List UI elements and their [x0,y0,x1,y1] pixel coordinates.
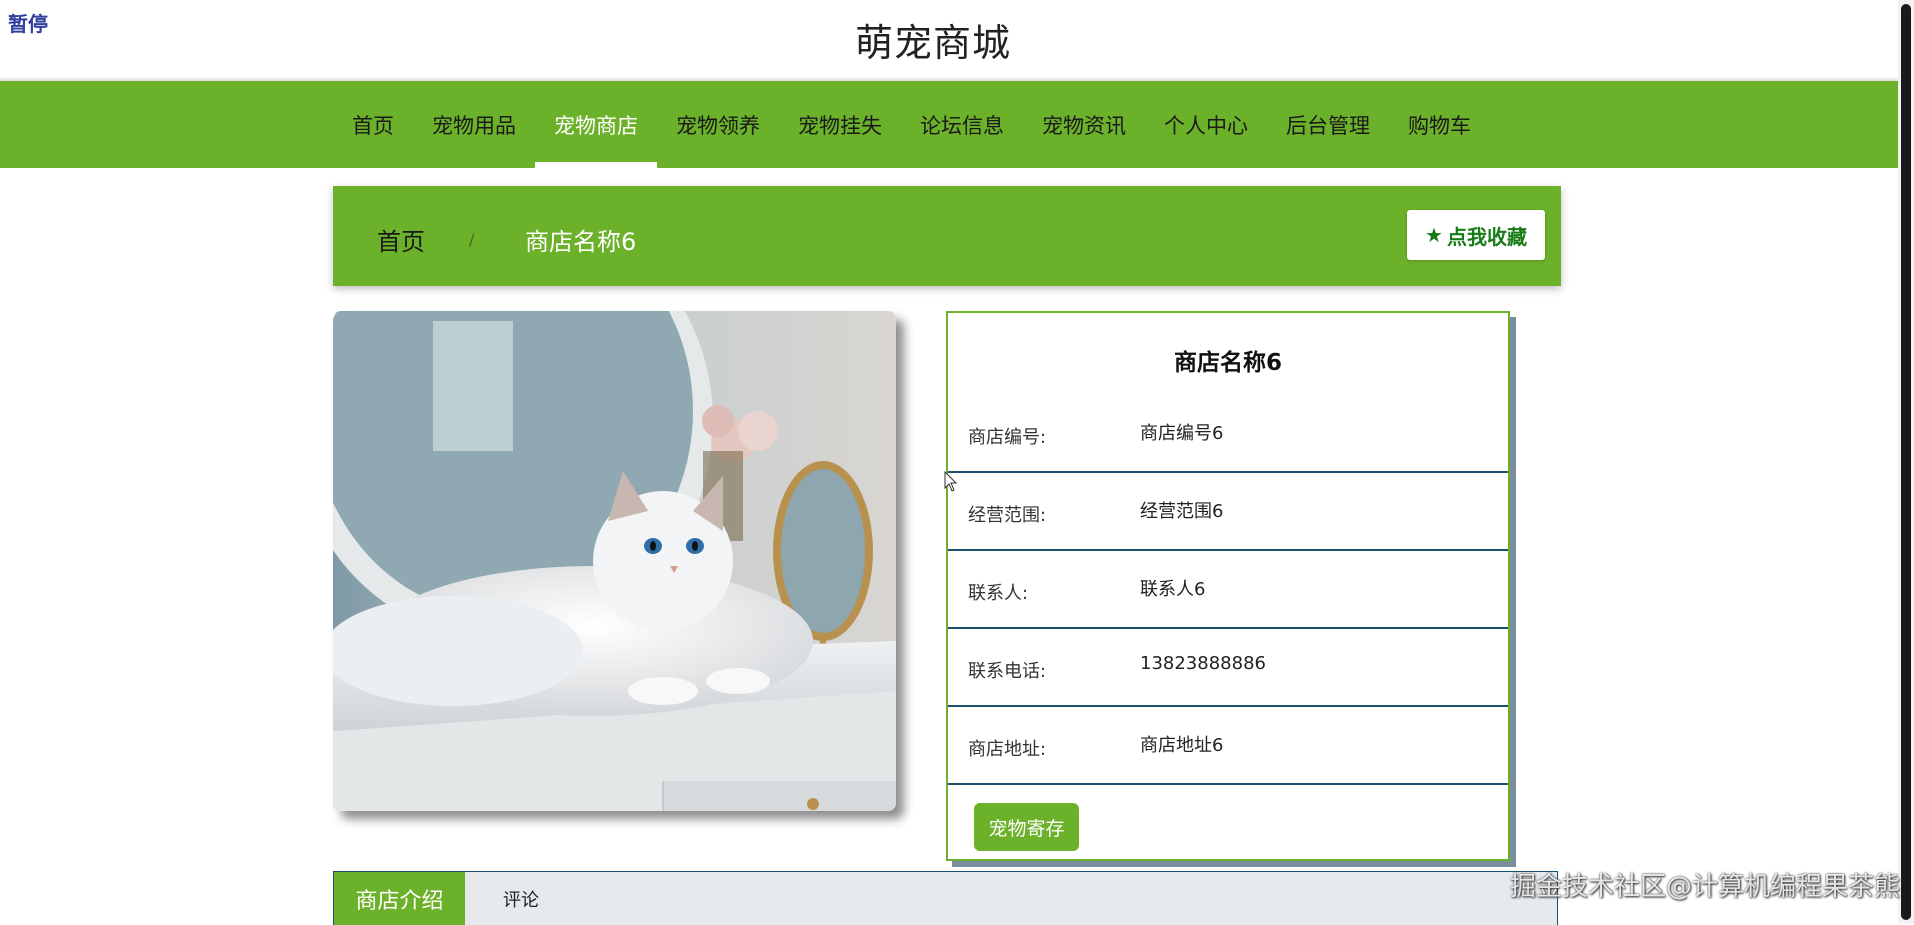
nav-item-home[interactable]: 首页 [333,81,413,168]
site-title: 萌宠商城 [854,21,1011,65]
star-icon: ★ [1425,223,1443,247]
nav-item-pet-news[interactable]: 宠物资讯 [1023,81,1145,168]
nav-item-personal-center[interactable]: 个人中心 [1145,81,1267,168]
info-value: 联系人6 [1140,579,1206,600]
nav-item-pet-supplies[interactable]: 宠物用品 [413,81,535,168]
mouse-cursor-icon [944,471,958,492]
favorite-button-label: 点我收藏 [1446,224,1527,249]
tab-shop-intro[interactable]: 商店介绍 [334,872,465,925]
info-row-address: 商店地址: 商店地址6 [948,705,1508,785]
nav-item-admin[interactable]: 后台管理 [1267,81,1389,168]
info-label: 商店地址: [968,739,1047,760]
nav-item-cart[interactable]: 购物车 [1389,81,1490,168]
info-row-shop-id: 商店编号: 商店编号6 [948,393,1508,473]
nav-item-forum[interactable]: 论坛信息 [901,81,1023,168]
info-label: 经营范围: [968,505,1047,526]
main-nav: 首页 宠物用品 宠物商店 宠物领养 宠物挂失 论坛信息 宠物资讯 个人中心 后台… [0,81,1898,168]
info-row-phone: 联系电话: 13823888886 [948,627,1508,707]
info-value: 商店编号6 [1140,423,1224,444]
nav-item-lost-pets[interactable]: 宠物挂失 [779,81,901,168]
shop-name: 商店名称6 [1173,350,1282,376]
info-label: 商店编号: [968,427,1047,448]
breadcrumb-separator: / [469,230,475,249]
tab-comments[interactable]: 评论 [465,872,577,925]
favorite-button[interactable]: ★ 点我收藏 [1407,210,1545,260]
breadcrumb-current: 商店名称6 [525,228,637,256]
scrollbar-thumb[interactable] [1901,4,1911,920]
breadcrumb-home-link[interactable]: 首页 [377,222,425,257]
breadcrumb: 首页 / 商店名称6 ★ 点我收藏 [333,186,1561,286]
info-value: 经营范围6 [1140,501,1224,522]
pet-deposit-button[interactable]: 宠物寄存 [974,803,1079,851]
info-value: 13823888886 [1140,653,1266,674]
nav-item-pet-shops[interactable]: 宠物商店 [535,81,657,168]
info-label: 联系电话: [968,661,1047,682]
shop-photo [333,311,896,811]
page-scrollbar[interactable] [1898,0,1914,924]
info-value: 商店地址6 [1140,735,1224,756]
nav-item-pet-adoption[interactable]: 宠物领养 [657,81,779,168]
watermark: 掘金技术社区@计算机编程果茶熊 [1509,872,1900,902]
shop-info-card: 商店名称6 商店编号: 商店编号6 经营范围: 经营范围6 联系人: 联系人6 … [946,311,1510,861]
info-row-contact: 联系人: 联系人6 [948,549,1508,629]
info-row-business-scope: 经营范围: 经营范围6 [948,471,1508,551]
detail-tabs: 商店介绍 评论 [333,871,1558,925]
info-label: 联系人: [968,583,1029,604]
